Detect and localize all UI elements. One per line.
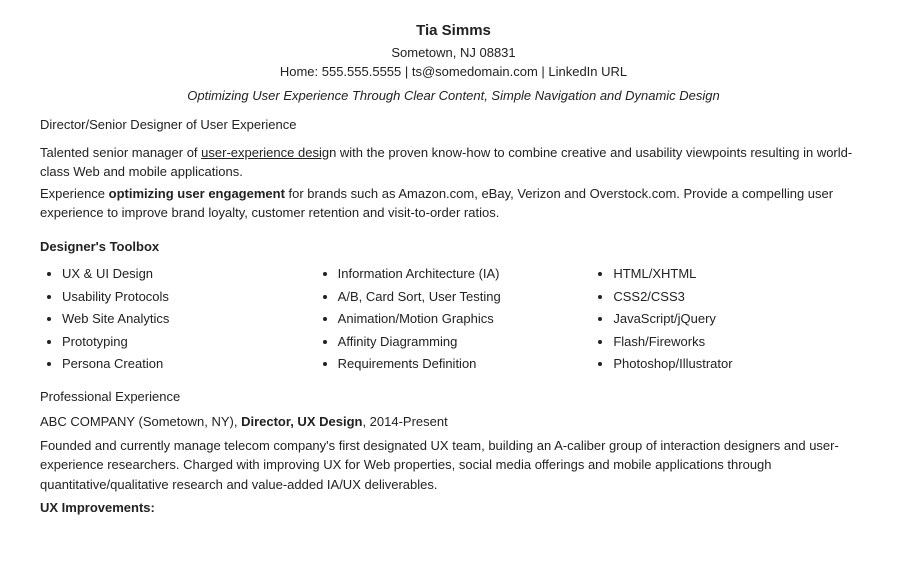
list-item: A/B, Card Sort, User Testing [338, 287, 592, 307]
toolbox-list1: UX & UI Design Usability Protocols Web S… [40, 264, 316, 374]
list-item: Requirements Definition [338, 354, 592, 374]
toolbox-title: Designer's Toolbox [40, 237, 867, 257]
resume-header: Tia Simms Sometown, NJ 08831 Home: 555.5… [40, 20, 867, 105]
list-item: HTML/XHTML [613, 264, 867, 284]
summary-section: Talented senior manager of user-experien… [40, 143, 867, 223]
director-title: Director/Senior Designer of User Experie… [40, 115, 867, 135]
professional-experience-title: Professional Experience [40, 387, 867, 407]
professional-experience-section: Professional Experience ABC COMPANY (Som… [40, 387, 867, 518]
toolbox-list2: Information Architecture (IA) A/B, Card … [316, 264, 592, 374]
applicant-tagline: Optimizing User Experience Through Clear… [40, 86, 867, 106]
job1-description: Founded and currently manage telecom com… [40, 436, 867, 495]
list-item: Web Site Analytics [62, 309, 316, 329]
list-item: Persona Creation [62, 354, 316, 374]
toolbox-col3: HTML/XHTML CSS2/CSS3 JavaScript/jQuery F… [591, 264, 867, 377]
applicant-location: Sometown, NJ 08831 [40, 43, 867, 63]
list-item: Flash/Fireworks [613, 332, 867, 352]
list-item: CSS2/CSS3 [613, 287, 867, 307]
list-item: Prototyping [62, 332, 316, 352]
list-item: JavaScript/jQuery [613, 309, 867, 329]
toolbox-list3: HTML/XHTML CSS2/CSS3 JavaScript/jQuery F… [591, 264, 867, 374]
summary-line1-bold: user-experience desig [201, 145, 329, 160]
list-item: Animation/Motion Graphics [338, 309, 592, 329]
toolbox-columns: UX & UI Design Usability Protocols Web S… [40, 264, 867, 377]
summary-line1: Talented senior manager of user-experien… [40, 143, 867, 182]
toolbox-col1: UX & UI Design Usability Protocols Web S… [40, 264, 316, 377]
job1-dates: , 2014-Present [362, 414, 447, 429]
ux-improvements-label: UX Improvements: [40, 498, 867, 518]
job1-company: ABC COMPANY (Sometown, NY), [40, 414, 241, 429]
toolbox-section: Designer's Toolbox UX & UI Design Usabil… [40, 237, 867, 377]
summary-line2: Experience optimizing user engagement fo… [40, 184, 867, 223]
list-item: Information Architecture (IA) [338, 264, 592, 284]
list-item: UX & UI Design [62, 264, 316, 284]
applicant-name: Tia Simms [40, 20, 867, 43]
list-item: Photoshop/Illustrator [613, 354, 867, 374]
list-item: Usability Protocols [62, 287, 316, 307]
job1-title-line: ABC COMPANY (Sometown, NY), Director, UX… [40, 412, 867, 432]
toolbox-col2: Information Architecture (IA) A/B, Card … [316, 264, 592, 377]
summary-line2-bold: optimizing user engagement [109, 186, 285, 201]
job1-role: Director, UX Design [241, 414, 362, 429]
summary-line1-prefix: Talented senior manager of [40, 145, 201, 160]
summary-line2-prefix: Experience [40, 186, 109, 201]
applicant-contact: Home: 555.555.5555 | ts@somedomain.com |… [40, 62, 867, 82]
list-item: Affinity Diagramming [338, 332, 592, 352]
